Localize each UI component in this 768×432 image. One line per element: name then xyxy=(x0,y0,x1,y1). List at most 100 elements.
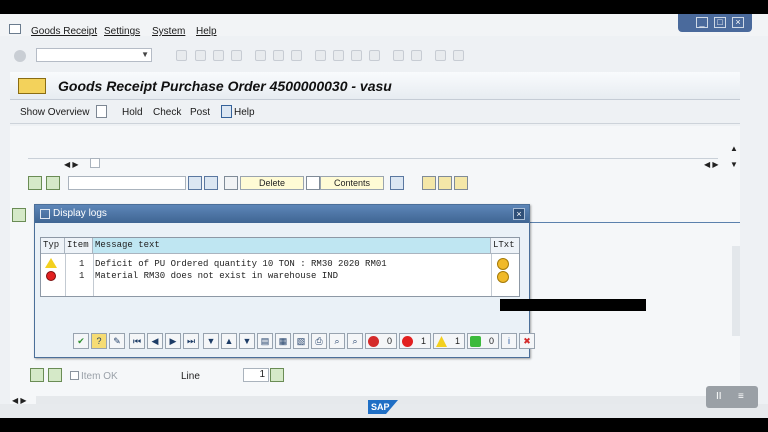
delete-button[interactable]: Delete xyxy=(240,176,304,190)
help-button[interactable]: Help xyxy=(234,107,255,118)
display-logs-dialog: Display logs × Typ Item Message text LTx… xyxy=(34,204,535,358)
close-window-button[interactable]: × xyxy=(732,17,744,28)
pause-button[interactable]: II xyxy=(716,386,722,408)
page-title: Goods Receipt Purchase Order 4500000030 … xyxy=(58,78,392,94)
close-dialog-button[interactable]: × xyxy=(513,208,525,220)
contents-button[interactable]: Contents xyxy=(320,176,384,190)
find-icon[interactable] xyxy=(273,50,284,61)
cancel-icon-dialog[interactable]: ✖ xyxy=(519,333,535,349)
col-divider xyxy=(65,254,66,296)
next-item-icon[interactable] xyxy=(48,368,62,382)
check-button[interactable]: Check xyxy=(153,107,181,118)
layout-icon[interactable] xyxy=(453,50,464,61)
success-count: 0 xyxy=(488,336,494,346)
last-page-icon-dialog[interactable]: ⏭ xyxy=(183,333,199,349)
back-icon[interactable] xyxy=(195,50,206,61)
scroll-up-icon[interactable]: ▲ xyxy=(730,144,738,153)
dialog-title: Display logs xyxy=(53,208,107,219)
scroll-left-icon[interactable]: ◀ ▶ xyxy=(64,160,79,169)
export-icon[interactable]: ▤ xyxy=(257,333,273,349)
error-count: 1 xyxy=(420,336,426,346)
shortcut-icon[interactable] xyxy=(411,50,422,61)
menu-settings[interactable]: Settings xyxy=(104,26,140,37)
menu-system[interactable]: System xyxy=(152,26,185,37)
prev-page-icon[interactable] xyxy=(333,50,344,61)
success-count-button[interactable]: 0 xyxy=(467,333,499,349)
find-next-icon-2[interactable] xyxy=(204,176,218,190)
enter-icon[interactable] xyxy=(14,50,26,62)
menu-goods-receipt[interactable]: Goods Receipt xyxy=(31,26,97,37)
long-text-icon[interactable] xyxy=(497,271,509,283)
exit-icon[interactable] xyxy=(213,50,224,61)
detail-icon[interactable] xyxy=(422,176,436,190)
find-next-icon-dialog[interactable]: ⌕ xyxy=(347,333,363,349)
info-icon[interactable] xyxy=(221,105,232,118)
vertical-scrollbar[interactable] xyxy=(732,246,740,336)
help-icon[interactable] xyxy=(435,50,446,61)
maximize-button[interactable]: □ xyxy=(714,17,726,28)
error-count-button[interactable]: 1 xyxy=(399,333,431,349)
long-text-icon[interactable] xyxy=(497,258,509,270)
document-icon[interactable] xyxy=(306,176,320,190)
sort-desc-icon[interactable]: ▼ xyxy=(239,333,255,349)
menu-button[interactable]: ≡ xyxy=(738,386,744,408)
warning-count-button[interactable]: 1 xyxy=(433,333,465,349)
select-all-icon[interactable] xyxy=(90,158,100,168)
print-icon-dialog[interactable]: ⎙ xyxy=(311,333,327,349)
goto-line-icon[interactable] xyxy=(270,368,284,382)
sort-asc-icon[interactable]: ▲ xyxy=(221,333,237,349)
column-header-item[interactable]: Item xyxy=(65,238,93,254)
new-session-icon[interactable] xyxy=(393,50,404,61)
detail-3-icon[interactable] xyxy=(454,176,468,190)
first-page-icon-dialog[interactable]: ⏮ xyxy=(129,333,145,349)
expand-icon[interactable] xyxy=(390,176,404,190)
first-page-icon[interactable] xyxy=(315,50,326,61)
menu-help[interactable]: Help xyxy=(196,26,217,37)
layout-icon-dialog[interactable]: ▦ xyxy=(275,333,291,349)
scroll-right-icon[interactable]: ◀ ▶ xyxy=(704,160,719,169)
menu-bar: Goods Receipt Settings System Help xyxy=(0,14,768,37)
find-icon-dialog[interactable]: ⌕ xyxy=(329,333,345,349)
print-icon[interactable] xyxy=(255,50,266,61)
find-next-icon[interactable] xyxy=(291,50,302,61)
detail-2-icon[interactable] xyxy=(438,176,452,190)
cancel-icon[interactable] xyxy=(231,50,242,61)
scroll-down-icon[interactable]: ▼ xyxy=(730,160,738,169)
video-controls: II ≡ xyxy=(706,386,758,408)
last-page-icon[interactable] xyxy=(369,50,380,61)
minimize-button[interactable]: _ xyxy=(696,17,708,28)
warning-count: 1 xyxy=(454,336,460,346)
column-header-message[interactable]: Message text xyxy=(93,238,491,254)
previous-item-icon[interactable] xyxy=(30,368,44,382)
header-toggle-icon[interactable] xyxy=(12,208,26,222)
save-icon[interactable] xyxy=(176,50,187,61)
line-input[interactable]: 1 xyxy=(243,368,269,382)
item-ok-checkbox[interactable] xyxy=(70,371,79,380)
post-button[interactable]: Post xyxy=(190,107,210,118)
menu-icon[interactable] xyxy=(9,24,21,34)
filter-icon-dialog[interactable]: ▼ xyxy=(203,333,219,349)
find-icon-2[interactable] xyxy=(188,176,202,190)
show-overview-button[interactable]: Show Overview xyxy=(20,107,89,118)
log-icon xyxy=(40,209,50,219)
column-header-ltxt[interactable]: LTxt xyxy=(491,238,519,254)
info-icon-dialog[interactable]: i xyxy=(501,333,517,349)
help-icon-dialog[interactable]: ? xyxy=(91,333,107,349)
dropdown-arrow-icon[interactable]: ▼ xyxy=(141,50,149,59)
row-item: 1 xyxy=(79,271,85,281)
stop-count-button[interactable]: 0 xyxy=(365,333,397,349)
technical-info-icon[interactable]: ✎ xyxy=(109,333,125,349)
confirm-check-icon[interactable]: ✔ xyxy=(73,333,89,349)
next-page-icon[interactable] xyxy=(351,50,362,61)
hold-button[interactable]: Hold xyxy=(122,107,143,118)
new-document-icon[interactable] xyxy=(96,105,107,118)
filter-icon[interactable] xyxy=(46,176,60,190)
column-header-type[interactable]: Typ xyxy=(41,238,65,254)
trash-icon[interactable] xyxy=(224,176,238,190)
insert-row-icon[interactable] xyxy=(28,176,42,190)
prev-page-icon-dialog[interactable]: ◀ xyxy=(147,333,163,349)
next-page-icon-dialog[interactable]: ▶ xyxy=(165,333,181,349)
change-layout-icon[interactable]: ▧ xyxy=(293,333,309,349)
command-field[interactable]: ▼ xyxy=(36,48,152,62)
item-input[interactable] xyxy=(68,176,186,190)
